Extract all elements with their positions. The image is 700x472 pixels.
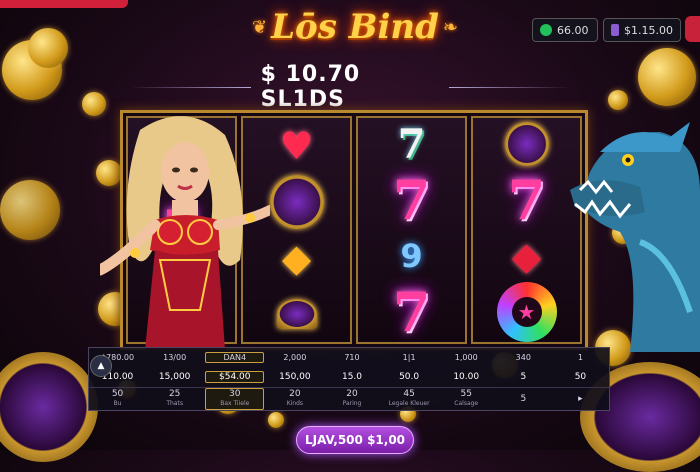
coin-icon	[28, 28, 68, 68]
arrow-up-icon: ▲	[97, 361, 105, 371]
line-value: 30	[229, 389, 241, 399]
plus-icon	[540, 24, 552, 36]
coin-icon	[638, 48, 696, 106]
balance-pill-left[interactable]: 66.00	[532, 18, 598, 42]
balance-right-value: $1.15.00	[624, 23, 673, 37]
ruby-icon: ◆	[511, 234, 542, 278]
heart-gem-icon: ♥	[279, 124, 314, 168]
seven-symbol: 7	[392, 168, 431, 232]
rainbow-ring-icon: ★	[496, 282, 557, 342]
coin-icon	[0, 180, 60, 240]
bet-cell[interactable]: 710	[323, 353, 380, 362]
right-ornament-icon: ❧	[442, 16, 458, 38]
reel-3: 7 7 9 7	[356, 116, 467, 344]
line-value: ▸	[578, 394, 583, 404]
menu-toggle-button[interactable]	[685, 16, 700, 42]
bet-cell[interactable]: 1|1	[381, 353, 438, 362]
coin-icon	[268, 412, 284, 428]
sorceress-character	[100, 116, 270, 350]
divider-left	[130, 86, 251, 88]
line-value: 55	[460, 389, 472, 399]
wallet-icon	[611, 24, 620, 36]
bet-up-button[interactable]: ▲	[90, 355, 112, 377]
bet-cell-selected[interactable]: $54.00	[205, 371, 265, 384]
line-option[interactable]: 55 Calsage	[438, 389, 495, 409]
next-arrow-icon[interactable]: ▸	[552, 394, 609, 404]
line-option[interactable]: 25 Thats	[146, 389, 203, 409]
win-headline: $ 10.70 SL1DS	[120, 62, 580, 112]
line-option[interactable]: 20 Kinds	[266, 389, 323, 409]
line-option[interactable]: 20 Paring	[323, 389, 380, 409]
line-label: Legale Kleuer	[388, 400, 430, 407]
coin-icon	[608, 90, 628, 110]
seven-symbol: 7	[507, 168, 546, 232]
bet-cell[interactable]: 5	[495, 372, 552, 382]
reel-symbol: 9	[400, 237, 423, 275]
line-value: 20	[289, 389, 301, 399]
medallion-icon	[497, 118, 557, 170]
dragon-character	[570, 122, 700, 352]
balance-left-value: 66.00	[557, 23, 589, 37]
topaz-icon: ◆	[281, 236, 312, 280]
bet-cell[interactable]: 50.0	[381, 372, 438, 382]
line-option[interactable]: 45 Legale Kleuer	[381, 389, 438, 409]
line-label: Thats	[166, 400, 183, 407]
bet-table: $780.00 13/00 DAN4 2,000 710 1|1 1,000 3…	[88, 347, 610, 411]
bet-cell[interactable]: 150,00	[266, 372, 323, 382]
medallion-icon	[267, 286, 327, 342]
logo-text: Lōs Bind	[271, 7, 439, 47]
medallion-icon	[267, 174, 327, 230]
line-label: Kinds	[286, 400, 304, 407]
top-left-tab[interactable]	[0, 0, 128, 8]
balance-pill-right[interactable]: $1.15.00	[603, 18, 681, 42]
line-value: 25	[168, 389, 181, 399]
bet-row-2: 110.00 15,000 $54.00 150,00 15.0 50.0 10…	[89, 368, 609, 388]
line-label: Bu	[113, 400, 122, 407]
headline-text: $ 10.70 SL1DS	[260, 62, 361, 112]
left-ornament-icon: ❦	[252, 16, 268, 38]
bet-cell[interactable]: 15,000	[146, 372, 203, 382]
seven-symbol: 7	[397, 120, 426, 168]
bet-cell-selected[interactable]: DAN4	[205, 352, 265, 364]
line-value: 20	[346, 389, 358, 399]
seven-symbol: 7	[392, 280, 431, 344]
game-logo: ❦ Lōs Bind ❧	[210, 2, 500, 52]
bet-row-1: $780.00 13/00 DAN4 2,000 710 1|1 1,000 3…	[89, 348, 609, 368]
line-option-selected[interactable]: 30 Bax Tiiele	[205, 388, 265, 410]
line-label: Bax Tiiele	[220, 400, 250, 407]
bet-cell[interactable]: 2,000	[266, 353, 323, 362]
bet-cell[interactable]: 13/00	[146, 353, 203, 362]
divider-right	[449, 86, 570, 88]
bet-cell[interactable]: 50	[552, 372, 609, 382]
bet-cell[interactable]: 340	[495, 353, 552, 362]
casino-chip-icon	[0, 352, 98, 462]
bet-cell[interactable]: 1,000	[438, 353, 495, 362]
line-label: Paring	[342, 400, 362, 407]
reel-4: 7 ◆ ★	[471, 116, 582, 344]
bet-cell[interactable]: 10.00	[438, 372, 495, 382]
line-label: Calsage	[454, 400, 479, 407]
bet-cell[interactable]: 1	[552, 353, 609, 362]
bet-cell[interactable]: 15.0	[323, 372, 380, 382]
line-value: 5	[520, 394, 527, 404]
line-value: 50	[111, 389, 124, 399]
line-option[interactable]: 5	[495, 394, 552, 404]
bet-row-3: 50 Bu 25 Thats 30 Bax Tiiele 20 Kinds 20 Pari…	[89, 387, 609, 410]
line-option[interactable]: 50 Bu	[89, 389, 146, 409]
line-value: 45	[403, 389, 415, 399]
